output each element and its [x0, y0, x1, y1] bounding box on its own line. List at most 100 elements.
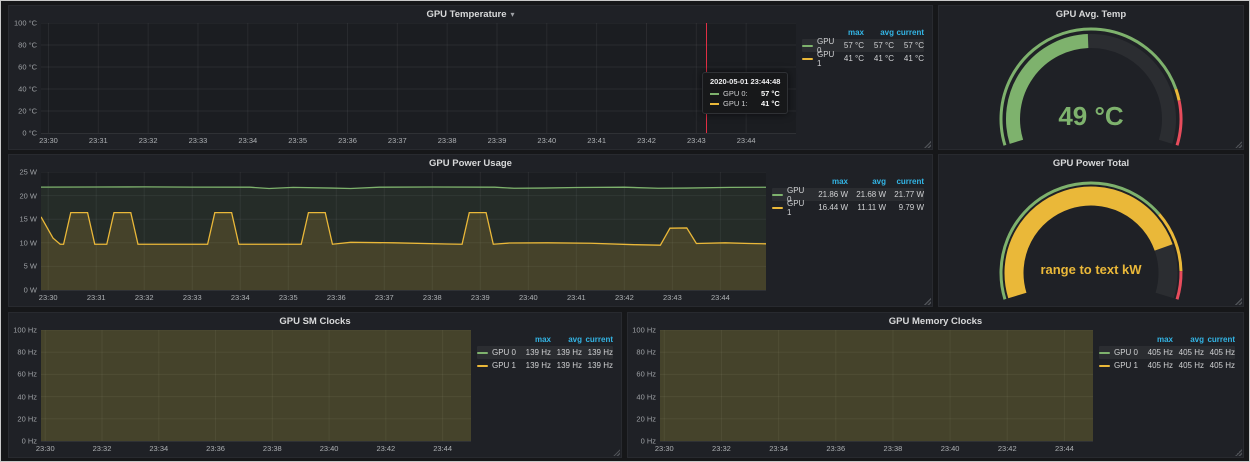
x-tick-label: 23:30 — [655, 444, 674, 453]
y-tick-label: 25 W — [19, 168, 37, 177]
y-tick-label: 40 Hz — [17, 392, 37, 401]
plot-area[interactable] — [660, 330, 1093, 442]
legend-value: 405 Hz — [1204, 361, 1235, 370]
panel-title-gpu-memory-clocks[interactable]: GPU Memory Clocks — [628, 313, 1243, 330]
legend-value: 57 °C — [864, 41, 894, 50]
legend-column-max[interactable]: max — [520, 335, 551, 344]
plot-area[interactable] — [41, 23, 796, 134]
panel-resize-handle[interactable] — [1235, 298, 1242, 305]
series-dash-icon — [710, 103, 719, 105]
legend-value: 139 Hz — [551, 348, 582, 357]
panel-resize-handle[interactable] — [1235, 141, 1242, 148]
x-tick-label: 23:38 — [438, 136, 457, 145]
legend-column-avg[interactable]: avg — [848, 177, 886, 186]
plot-area[interactable] — [41, 330, 471, 442]
legend: maxavgcurrentGPU 0405 Hz405 Hz405 HzGPU … — [1093, 330, 1239, 454]
gauge-canvas — [939, 172, 1243, 305]
x-tick-label: 23:34 — [149, 444, 168, 453]
legend-row-GPU-0[interactable]: GPU 0139 Hz139 Hz139 Hz — [477, 346, 613, 359]
chart-canvas — [660, 330, 1093, 441]
series-label[interactable]: GPU 0 — [1114, 348, 1138, 357]
chart-tooltip: 2020-05-01 23:44:48 GPU 0: 57 °C GPU 1: … — [702, 72, 788, 114]
x-tick-label: 23:38 — [423, 293, 442, 302]
y-tick-label: 80 Hz — [636, 348, 656, 357]
series-dash-icon — [710, 93, 719, 95]
legend-value: 139 Hz — [582, 348, 613, 357]
gauge-value: 49 °C — [939, 101, 1243, 132]
x-tick-label: 23:39 — [488, 136, 507, 145]
panel-resize-handle[interactable] — [924, 298, 931, 305]
legend-value: 57 °C — [894, 41, 924, 50]
y-tick-label: 60 Hz — [17, 370, 37, 379]
legend-column-current[interactable]: current — [886, 177, 924, 186]
tooltip-timestamp: 2020-05-01 23:44:48 — [710, 77, 780, 86]
series-dash-icon — [477, 352, 488, 354]
legend-column-max[interactable]: max — [834, 28, 864, 37]
series-dash-icon — [477, 365, 488, 367]
panel-resize-handle[interactable] — [1235, 449, 1242, 456]
tooltip-row: GPU 0: 57 °C — [710, 89, 780, 98]
y-axis-labels: 0 °C20 °C40 °C60 °C80 °C100 °C — [13, 23, 41, 146]
y-tick-label: 40 °C — [18, 85, 37, 94]
legend-row-GPU-1[interactable]: GPU 1405 Hz405 Hz405 Hz — [1099, 359, 1235, 372]
legend-column-max[interactable]: max — [810, 177, 848, 186]
series-label[interactable]: GPU 1 — [492, 361, 516, 370]
y-tick-label: 0 W — [24, 286, 37, 295]
panel-gpu-memory-clocks: GPU Memory Clocks 0 Hz20 Hz40 Hz60 Hz80 … — [627, 312, 1244, 458]
panel-title-gpu-temperature[interactable]: GPU Temperature ▾ — [9, 6, 932, 23]
legend-value: 11.11 W — [848, 203, 886, 212]
panel-title-gpu-power-usage[interactable]: GPU Power Usage — [9, 155, 932, 172]
x-tick-label: 23:39 — [471, 293, 490, 302]
chart-canvas — [41, 172, 766, 290]
legend-column-current[interactable]: current — [582, 335, 613, 344]
panel-title-gpu-sm-clocks[interactable]: GPU SM Clocks — [9, 313, 621, 330]
legend-column-avg[interactable]: avg — [864, 28, 894, 37]
legend-value: 405 Hz — [1142, 348, 1173, 357]
x-tick-label: 23:30 — [36, 444, 55, 453]
legend-column-avg[interactable]: avg — [551, 335, 582, 344]
tooltip-row: GPU 1: 41 °C — [710, 99, 780, 108]
x-tick-label: 23:44 — [711, 293, 730, 302]
legend-row-GPU-1[interactable]: GPU 116.44 W11.11 W9.79 W — [772, 201, 924, 214]
panel-title-gpu-avg-temp[interactable]: GPU Avg. Temp — [939, 6, 1243, 23]
legend-row-GPU-0[interactable]: GPU 0405 Hz405 Hz405 Hz — [1099, 346, 1235, 359]
x-tick-label: 23:42 — [615, 293, 634, 302]
legend-value: 21.68 W — [848, 190, 886, 199]
x-axis-labels: 23:3023:3223:3423:3623:3823:4023:4223:44 — [41, 442, 471, 454]
x-tick-label: 23:34 — [238, 136, 257, 145]
gauge-fill-arc — [1014, 196, 1164, 296]
y-tick-label: 80 Hz — [17, 348, 37, 357]
series-label[interactable]: GPU 1 — [817, 50, 834, 68]
series-dash-icon — [1099, 365, 1110, 367]
legend-row-GPU-1[interactable]: GPU 141 °C41 °C41 °C — [802, 52, 924, 65]
panel-gpu-avg-temp: GPU Avg. Temp 49 °C — [938, 5, 1244, 150]
y-axis-labels: 0 Hz20 Hz40 Hz60 Hz80 Hz100 Hz — [632, 330, 660, 454]
legend-column-current[interactable]: current — [894, 28, 924, 37]
series-dash-icon — [772, 207, 783, 209]
legend-column-max[interactable]: max — [1142, 335, 1173, 344]
legend-value: 405 Hz — [1204, 348, 1235, 357]
x-tick-label: 23:32 — [93, 444, 112, 453]
panel-title-gpu-power-total[interactable]: GPU Power Total — [939, 155, 1243, 172]
panel-resize-handle[interactable] — [613, 449, 620, 456]
panel-gpu-sm-clocks: GPU SM Clocks 0 Hz20 Hz40 Hz60 Hz80 Hz10… — [8, 312, 622, 458]
panel-resize-handle[interactable] — [924, 141, 931, 148]
x-tick-label: 23:34 — [231, 293, 250, 302]
series-dash-icon — [1099, 352, 1110, 354]
series-label[interactable]: GPU 1 — [787, 199, 810, 217]
legend-value: 9.79 W — [886, 203, 924, 212]
series-label[interactable]: GPU 0 — [492, 348, 516, 357]
legend-row-GPU-1[interactable]: GPU 1139 Hz139 Hz139 Hz — [477, 359, 613, 372]
x-tick-label: 23:36 — [206, 444, 225, 453]
y-tick-label: 15 W — [19, 215, 37, 224]
series-label[interactable]: GPU 1 — [1114, 361, 1138, 370]
x-tick-label: 23:33 — [189, 136, 208, 145]
legend-column-avg[interactable]: avg — [1173, 335, 1204, 344]
panel-title-text: GPU Temperature — [426, 9, 506, 20]
legend-column-current[interactable]: current — [1204, 335, 1235, 344]
chart-canvas — [41, 330, 471, 441]
legend-value: 405 Hz — [1173, 348, 1204, 357]
plot-area[interactable] — [41, 172, 766, 291]
y-tick-label: 100 Hz — [13, 326, 37, 335]
gauge-threshold-arc — [1176, 89, 1179, 100]
